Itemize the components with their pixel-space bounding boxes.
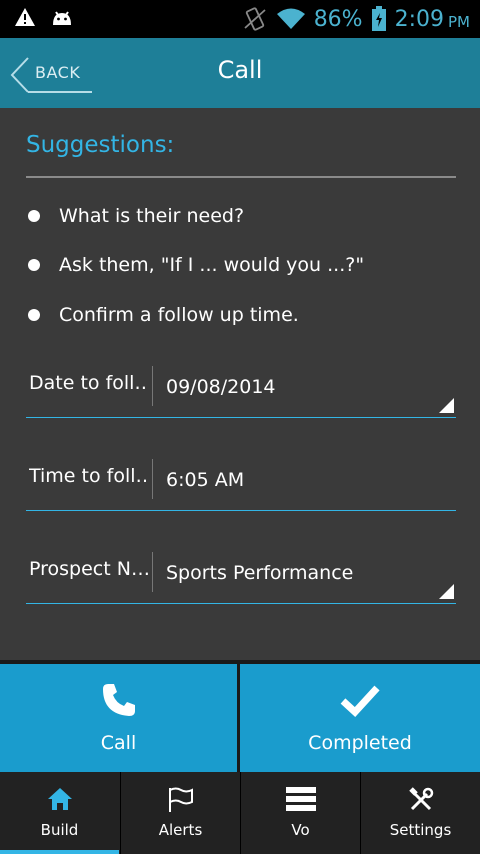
tab-vo-label: Vo	[291, 821, 310, 839]
prospect-name-value[interactable]: Sports Performance	[166, 562, 353, 584]
dropdown-indicator-icon	[439, 398, 454, 413]
battery-icon	[371, 6, 386, 31]
dropdown-indicator-icon	[439, 584, 454, 599]
flag-icon	[168, 787, 193, 812]
suggestion-item: Confirm a follow up time.	[28, 300, 299, 330]
tab-alerts-label: Alerts	[158, 821, 203, 839]
completed-button[interactable]: Completed	[240, 664, 480, 772]
status-left	[14, 7, 74, 27]
active-tab-indicator	[0, 850, 119, 854]
bottom-tab-bar: Build Alerts Vo Settings	[0, 772, 480, 854]
suggestions-divider	[26, 176, 456, 178]
field-divider	[152, 366, 153, 406]
list-icon	[285, 787, 316, 811]
time-followup-value[interactable]: 6:05 AM	[166, 469, 244, 491]
suggestion-text: Ask them, "If I ... would you ...?"	[59, 254, 365, 276]
phone-icon	[102, 684, 135, 716]
tab-build-label: Build	[40, 821, 79, 839]
field-divider	[152, 552, 153, 592]
bullet-icon	[28, 259, 40, 271]
vibrate-icon	[244, 7, 266, 31]
prospect-name-field[interactable]: Prospect N… Sports Performance	[26, 552, 456, 604]
page-title: Call	[217, 56, 263, 84]
field-underline	[26, 417, 456, 418]
date-followup-field[interactable]: Date to foll… 09/08/2014	[26, 366, 456, 418]
bullet-icon	[28, 210, 40, 222]
status-bar: 86% 2:09 PM	[0, 0, 480, 38]
time-followup-label: Time to foll…	[29, 465, 149, 487]
date-followup-value[interactable]: 09/08/2014	[166, 376, 276, 398]
tab-settings-label: Settings	[389, 821, 452, 839]
warning-icon	[15, 8, 35, 26]
field-underline	[26, 603, 456, 604]
suggestions-title: Suggestions:	[26, 132, 175, 158]
tab-vo[interactable]: Vo	[241, 772, 360, 854]
battery-percent: 86%	[313, 6, 363, 32]
clock-ampm: PM	[448, 13, 470, 31]
completed-label: Completed	[308, 732, 412, 754]
date-followup-label: Date to foll…	[29, 372, 149, 394]
home-icon	[47, 788, 72, 810]
status-right: 86% 2:09 PM	[242, 4, 470, 34]
wifi-icon	[276, 8, 305, 29]
suggestion-text: What is their need?	[59, 205, 245, 227]
suggestion-text: Confirm a follow up time.	[59, 304, 299, 326]
call-button[interactable]: Call	[0, 664, 237, 772]
bullet-icon	[28, 309, 40, 321]
call-label: Call	[100, 732, 137, 754]
main-content: Suggestions: What is their need? Ask the…	[0, 108, 480, 660]
tab-alerts[interactable]: Alerts	[121, 772, 240, 854]
field-underline	[26, 510, 456, 511]
time-followup-field[interactable]: Time to foll… 6:05 AM	[26, 459, 456, 511]
action-bar: Call Completed	[0, 660, 480, 772]
app-header: BACK Call	[0, 38, 480, 108]
checkmark-icon	[340, 685, 380, 717]
tools-icon	[408, 787, 433, 811]
prospect-name-label: Prospect N…	[29, 558, 149, 580]
clock-time: 2:09	[394, 6, 444, 32]
field-divider	[152, 459, 153, 499]
android-icon	[53, 11, 71, 25]
tab-build[interactable]: Build	[0, 772, 119, 854]
suggestion-item: Ask them, "If I ... would you ...?"	[28, 250, 364, 280]
suggestion-item: What is their need?	[28, 201, 244, 231]
tab-settings[interactable]: Settings	[361, 772, 480, 854]
